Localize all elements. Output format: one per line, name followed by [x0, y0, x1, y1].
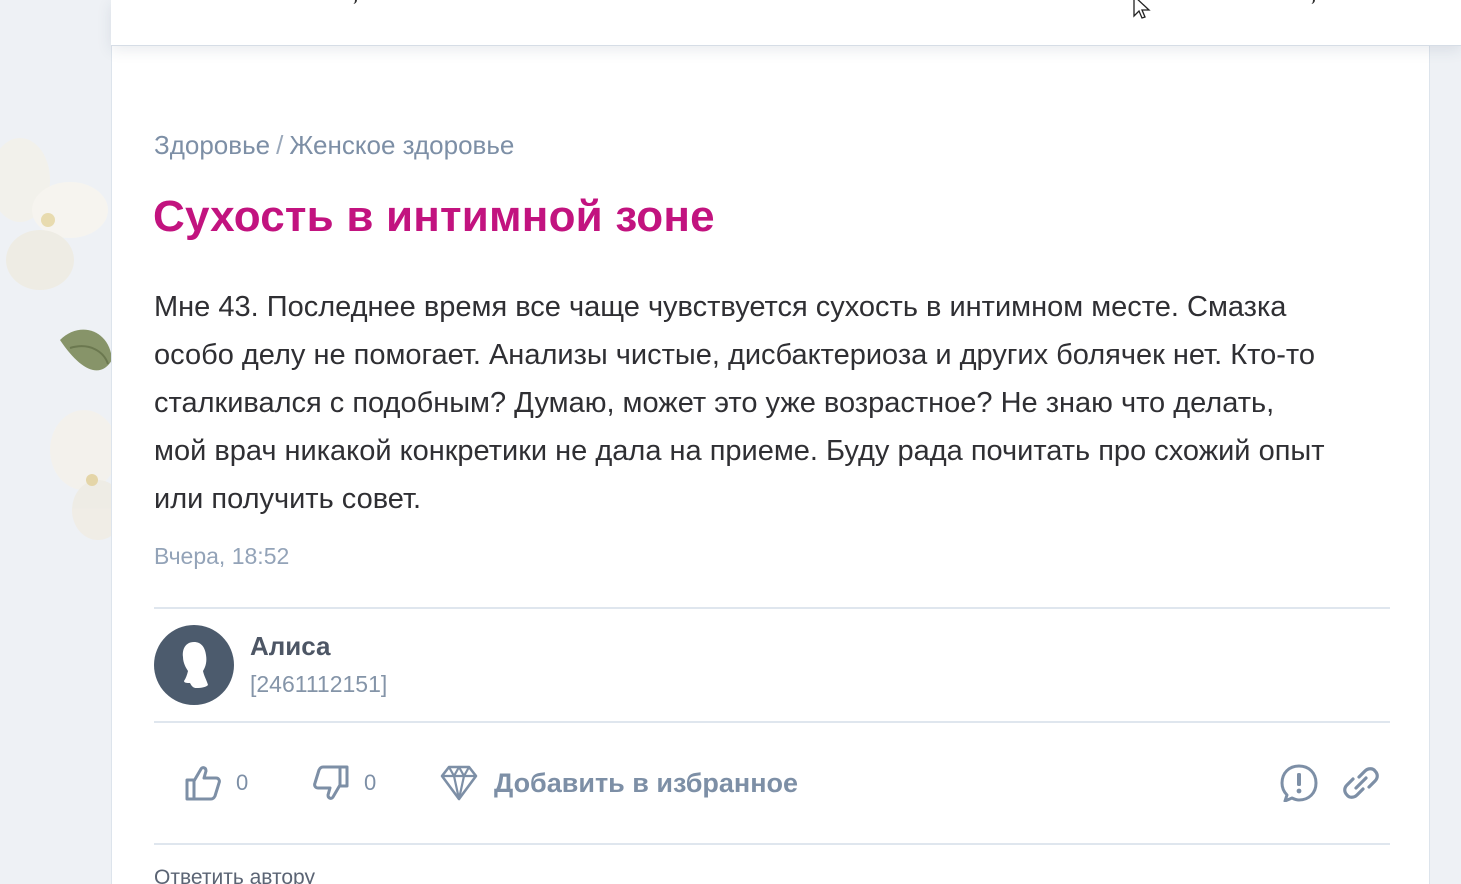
- breadcrumb: Здоровье / Женское здоровье: [154, 130, 514, 161]
- dislike-button[interactable]: 0: [312, 746, 376, 820]
- header-fragment: [1309, 0, 1315, 4]
- site-header: [111, 0, 1461, 46]
- report-button[interactable]: [1280, 746, 1318, 820]
- mouse-cursor-icon: [1133, 0, 1151, 19]
- divider: [154, 843, 1390, 845]
- header-fragment: [351, 0, 357, 4]
- page: Здоровье / Женское здоровье Сухость в инти…: [0, 0, 1461, 884]
- thumbs-down-icon: [312, 764, 350, 802]
- add-to-favorites-button[interactable]: Добавить в избранное: [440, 746, 798, 820]
- user-silhouette-icon: [182, 642, 208, 688]
- breadcrumb-current-link[interactable]: Женское здоровье: [289, 130, 514, 160]
- author-name[interactable]: Алиса: [250, 631, 331, 662]
- breadcrumb-parent-link[interactable]: Здоровье: [154, 130, 270, 160]
- like-count: 0: [236, 770, 249, 795]
- breadcrumb-separator: /: [276, 130, 284, 160]
- exclamation-icon: [1280, 764, 1318, 802]
- dislike-count: 0: [364, 770, 377, 795]
- post-body: Мне 43. Последнее время все чаще чувству…: [154, 291, 1325, 515]
- thumbs-up-icon: [184, 764, 222, 802]
- diamond-icon: [440, 765, 478, 801]
- post-title: Сухость в интимной зоне: [153, 192, 715, 241]
- post-timestamp: Вчера, 18:52: [154, 543, 290, 569]
- author-avatar[interactable]: [154, 625, 234, 705]
- add-to-favorites-label: Добавить в избранное: [494, 767, 799, 798]
- divider: [154, 721, 1390, 723]
- like-button[interactable]: 0: [184, 746, 248, 820]
- post-actions: 0 0 Добавить в избранное: [154, 746, 1390, 820]
- author-id: [2461112151]: [250, 671, 388, 697]
- divider: [154, 607, 1390, 609]
- link-icon: [1342, 764, 1380, 802]
- reply-to-author-link[interactable]: Ответить автору: [154, 866, 315, 884]
- flower-decoration: [0, 138, 112, 540]
- post-card: Здоровье / Женское здоровье Сухость в инти…: [111, 46, 1430, 884]
- share-link-button[interactable]: [1342, 746, 1380, 820]
